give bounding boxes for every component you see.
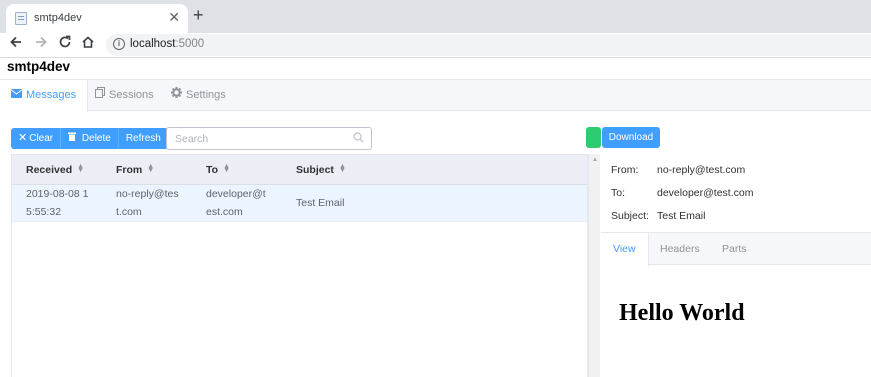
status-indicator	[586, 127, 601, 148]
clear-button-label: Clear	[29, 133, 54, 144]
browser-tab-title: smtp4dev	[34, 12, 82, 24]
copy-icon	[95, 80, 105, 111]
cell-to: developer@t est.com	[206, 188, 266, 218]
message-body-heading: Hello World	[619, 300, 745, 326]
from-label: From:	[611, 164, 639, 176]
url-text: localhost:5000	[130, 38, 205, 50]
search-input[interactable]	[175, 133, 345, 145]
to-label: To:	[611, 187, 626, 199]
sort-icon[interactable]: ▲ ▼	[223, 163, 230, 174]
column-from-label: From	[116, 164, 143, 176]
detail-tabs: View Headers Parts	[601, 232, 871, 266]
reload-icon[interactable]	[58, 35, 72, 53]
tab-headers[interactable]: Headers	[648, 233, 712, 265]
close-tab-icon[interactable]: ✕	[168, 9, 180, 26]
browser-toolbar: i localhost:5000	[0, 33, 871, 58]
scroll-up-icon[interactable]: ▲	[592, 157, 598, 163]
tab-sessions-label: Sessions	[109, 89, 154, 101]
download-button[interactable]: Download	[602, 127, 660, 148]
subject-value: Test Email	[657, 210, 706, 222]
forward-icon[interactable]	[34, 35, 48, 53]
column-from[interactable]: From ▲ ▼	[116, 163, 154, 176]
main-nav: Messages Sessions Settings	[0, 79, 871, 112]
trash-icon	[68, 132, 79, 144]
tab-parts[interactable]: Parts	[710, 233, 759, 265]
column-received-label: Received	[26, 164, 73, 176]
from-value: no-reply@test.com	[657, 164, 746, 176]
new-tab-icon[interactable]: +	[193, 5, 204, 26]
browser-tab[interactable]: smtp4dev ✕	[6, 4, 188, 33]
column-received[interactable]: Received ▲ ▼	[26, 163, 84, 176]
message-table: Received ▲ ▼ From ▲ ▼ To ▲ ▼ Subject ▲ ▼ 2019-08…	[11, 154, 588, 377]
search-box	[166, 127, 372, 150]
message-actions: ✕ Clear Delete Refresh	[11, 128, 168, 149]
favicon-icon	[15, 12, 27, 25]
delete-button-label: Delete	[81, 133, 111, 144]
table-row[interactable]: 2019-08-08 1 5:55:32 no-reply@tes t.com de…	[12, 185, 587, 222]
sort-icon[interactable]: ▲ ▼	[77, 163, 84, 174]
tab-settings[interactable]: Settings	[160, 80, 237, 111]
gear-icon	[171, 80, 182, 111]
column-to[interactable]: To ▲ ▼	[206, 163, 230, 176]
subject-label: Subject:	[611, 210, 649, 222]
search-icon[interactable]	[353, 132, 364, 146]
envelope-icon	[11, 80, 22, 111]
refresh-button-label: Refresh	[125, 133, 161, 144]
cell-subject: Test Email	[296, 197, 345, 209]
tab-sessions[interactable]: Sessions	[84, 80, 165, 111]
column-subject-label: Subject	[296, 164, 334, 176]
browser-tab-strip: smtp4dev ✕ +	[0, 0, 871, 33]
sort-icon[interactable]: ▲ ▼	[147, 163, 154, 174]
close-icon: ✕	[18, 132, 28, 144]
cell-from: no-reply@tes t.com	[116, 188, 179, 218]
table-scrollbar[interactable]: ▲	[588, 154, 600, 377]
column-subject[interactable]: Subject ▲ ▼	[296, 163, 346, 176]
tab-messages-label: Messages	[26, 89, 77, 101]
to-value: developer@test.com	[657, 187, 754, 199]
back-icon[interactable]	[9, 35, 23, 53]
tab-view[interactable]: View	[601, 233, 649, 266]
delete-button[interactable]: Delete	[61, 128, 119, 149]
cell-received: 2019-08-08 1 5:55:32	[26, 188, 89, 218]
tab-messages[interactable]: Messages	[0, 80, 89, 112]
refresh-button[interactable]: Refresh	[118, 128, 168, 149]
table-header: Received ▲ ▼ From ▲ ▼ To ▲ ▼ Subject ▲ ▼	[12, 155, 587, 185]
info-icon[interactable]: i	[113, 38, 125, 50]
column-to-label: To	[206, 164, 219, 176]
sort-icon[interactable]: ▲ ▼	[339, 163, 346, 174]
clear-button[interactable]: ✕ Clear	[11, 128, 62, 149]
app-title: smtp4dev	[7, 59, 71, 74]
address-bar[interactable]: i localhost:5000	[106, 34, 871, 56]
message-detail: From: no-reply@test.com To: developer@te…	[601, 154, 871, 377]
home-icon[interactable]	[81, 35, 95, 53]
tab-settings-label: Settings	[186, 89, 226, 101]
